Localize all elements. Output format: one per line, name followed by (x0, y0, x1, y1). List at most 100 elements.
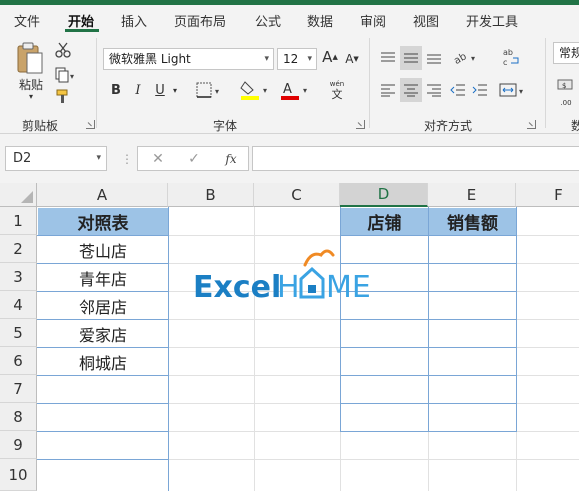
increase-indent-icon[interactable] (470, 80, 490, 100)
row-header-6[interactable]: 6 (0, 347, 37, 375)
decrease-indent-icon[interactable] (448, 80, 468, 100)
table-border (168, 207, 169, 491)
svg-text:▾: ▾ (70, 72, 74, 81)
cell-a4[interactable]: 邻居店 (38, 292, 168, 319)
cancel-icon[interactable]: ✕ (150, 150, 166, 167)
bold-button[interactable]: B (108, 80, 124, 100)
svg-text:▾: ▾ (215, 87, 219, 96)
clipboard-launcher-icon[interactable] (86, 120, 95, 129)
decimal-icon[interactable]: .00 (556, 94, 576, 112)
row-header-10[interactable]: 10 (0, 459, 37, 491)
align-right-icon[interactable] (424, 80, 444, 100)
paste-dropdown-icon[interactable]: ▾ (24, 91, 38, 101)
chevron-down-icon: ▾ (264, 54, 269, 64)
font-launcher-icon[interactable] (356, 120, 365, 129)
italic-button[interactable]: I (130, 80, 146, 100)
cell-d1[interactable]: 店铺 (341, 208, 428, 235)
svg-text:▾: ▾ (303, 86, 307, 95)
font-size-select[interactable]: 12 ▾ (277, 48, 317, 70)
border-icon[interactable]: ▾ (194, 80, 224, 100)
cell-a5[interactable]: 爱家店 (38, 320, 168, 347)
tab-formulas[interactable]: 公式 (255, 11, 281, 30)
svg-text:$: $ (562, 82, 566, 90)
enter-icon[interactable]: ✓ (186, 150, 202, 167)
wrap-text-icon[interactable]: ab c (500, 44, 522, 70)
paste-icon[interactable] (12, 40, 48, 78)
table-border (340, 347, 517, 348)
column-header-b[interactable]: B (168, 183, 254, 207)
svg-text:ab: ab (452, 51, 468, 65)
formula-bar-splitter-icon[interactable]: ⋮ (121, 152, 133, 166)
tab-file[interactable]: 文件 (14, 11, 40, 30)
row-header-1[interactable]: 1 (0, 207, 37, 235)
cell-a3[interactable]: 青年店 (38, 264, 168, 291)
merge-center-icon[interactable]: ▾ (498, 78, 528, 102)
column-header-c[interactable]: C (254, 183, 340, 207)
cut-icon[interactable] (54, 41, 72, 59)
align-bottom-icon[interactable] (424, 48, 444, 68)
table-border (37, 459, 168, 460)
group-separator (369, 38, 370, 128)
currency-icon[interactable]: $ (556, 74, 576, 94)
cell-a6[interactable]: 桐城店 (38, 348, 168, 375)
table-border (37, 235, 168, 236)
cell-a2[interactable]: 苍山店 (38, 236, 168, 263)
svg-text:▾: ▾ (519, 87, 523, 96)
number-format-select[interactable]: 常规 (553, 42, 579, 64)
clipboard-group-label: 剪贴板 (22, 119, 59, 133)
align-top-icon[interactable] (378, 48, 398, 68)
tab-insert[interactable]: 插入 (121, 11, 147, 30)
format-painter-icon[interactable] (54, 88, 72, 106)
shrink-font-icon[interactable]: A ▼ (343, 48, 361, 70)
column-header-f[interactable]: F (516, 183, 579, 207)
row-header-9[interactable]: 9 (0, 431, 37, 459)
column-header-e[interactable]: E (428, 183, 516, 207)
row-header-3[interactable]: 3 (0, 263, 37, 291)
copy-icon[interactable]: ▾ (54, 66, 78, 84)
alignment-launcher-icon[interactable] (527, 120, 536, 129)
table-border (340, 403, 517, 404)
row-header-7[interactable]: 7 (0, 375, 37, 403)
svg-text:ab: ab (503, 48, 513, 57)
column-header-d[interactable]: D (340, 183, 428, 207)
font-color-icon[interactable]: A ▾ (278, 78, 312, 102)
underline-button[interactable]: U (152, 80, 168, 100)
svg-text:▾: ▾ (471, 54, 475, 63)
orientation-icon[interactable]: ab ▾ (450, 46, 480, 68)
formula-input[interactable] (252, 146, 579, 171)
tab-data[interactable]: 数据 (307, 11, 333, 30)
name-box[interactable]: D2 ▾ (5, 146, 107, 171)
table-border (340, 319, 517, 320)
row-header-5[interactable]: 5 (0, 319, 37, 347)
cell-e1[interactable]: 销售额 (429, 208, 516, 235)
select-all-button[interactable] (0, 183, 37, 207)
table-border (37, 347, 168, 348)
align-center-icon[interactable] (400, 78, 422, 102)
grow-font-icon[interactable]: A ▲ (321, 46, 339, 68)
table-border (37, 431, 168, 432)
row-header-2[interactable]: 2 (0, 235, 37, 263)
tab-page-layout[interactable]: 页面布局 (174, 11, 226, 30)
row-header-8[interactable]: 8 (0, 403, 37, 431)
svg-text:▾: ▾ (263, 86, 267, 95)
chevron-down-icon: ▾ (307, 54, 312, 64)
tab-developer[interactable]: 开发工具 (466, 11, 518, 30)
tab-review[interactable]: 审阅 (360, 11, 386, 30)
row-header-4[interactable]: 4 (0, 291, 37, 319)
tab-home[interactable]: 开始 (68, 11, 94, 30)
align-middle-icon[interactable] (400, 46, 422, 70)
worksheet[interactable]: A B C D E F 1 2 3 4 5 6 7 8 9 10 对照表 苍山店… (0, 183, 579, 491)
phonetic-guide-icon[interactable]: wén 文 (322, 78, 352, 102)
font-group-label: 字体 (213, 119, 238, 133)
tab-view[interactable]: 视图 (413, 11, 439, 30)
cell-a1[interactable]: 对照表 (38, 208, 168, 235)
column-header-a[interactable]: A (37, 183, 168, 207)
fill-color-icon[interactable]: ▾ (238, 78, 272, 102)
insert-function-icon[interactable]: fx (222, 150, 240, 167)
paste-button-label[interactable]: 粘贴 (14, 76, 48, 92)
font-name-select[interactable]: 微软雅黑 Light ▾ (103, 48, 274, 70)
font-size-value: 12 (283, 52, 299, 66)
align-left-icon[interactable] (378, 80, 398, 100)
underline-dropdown-icon[interactable]: ▾ (170, 82, 180, 98)
group-separator (96, 38, 97, 128)
